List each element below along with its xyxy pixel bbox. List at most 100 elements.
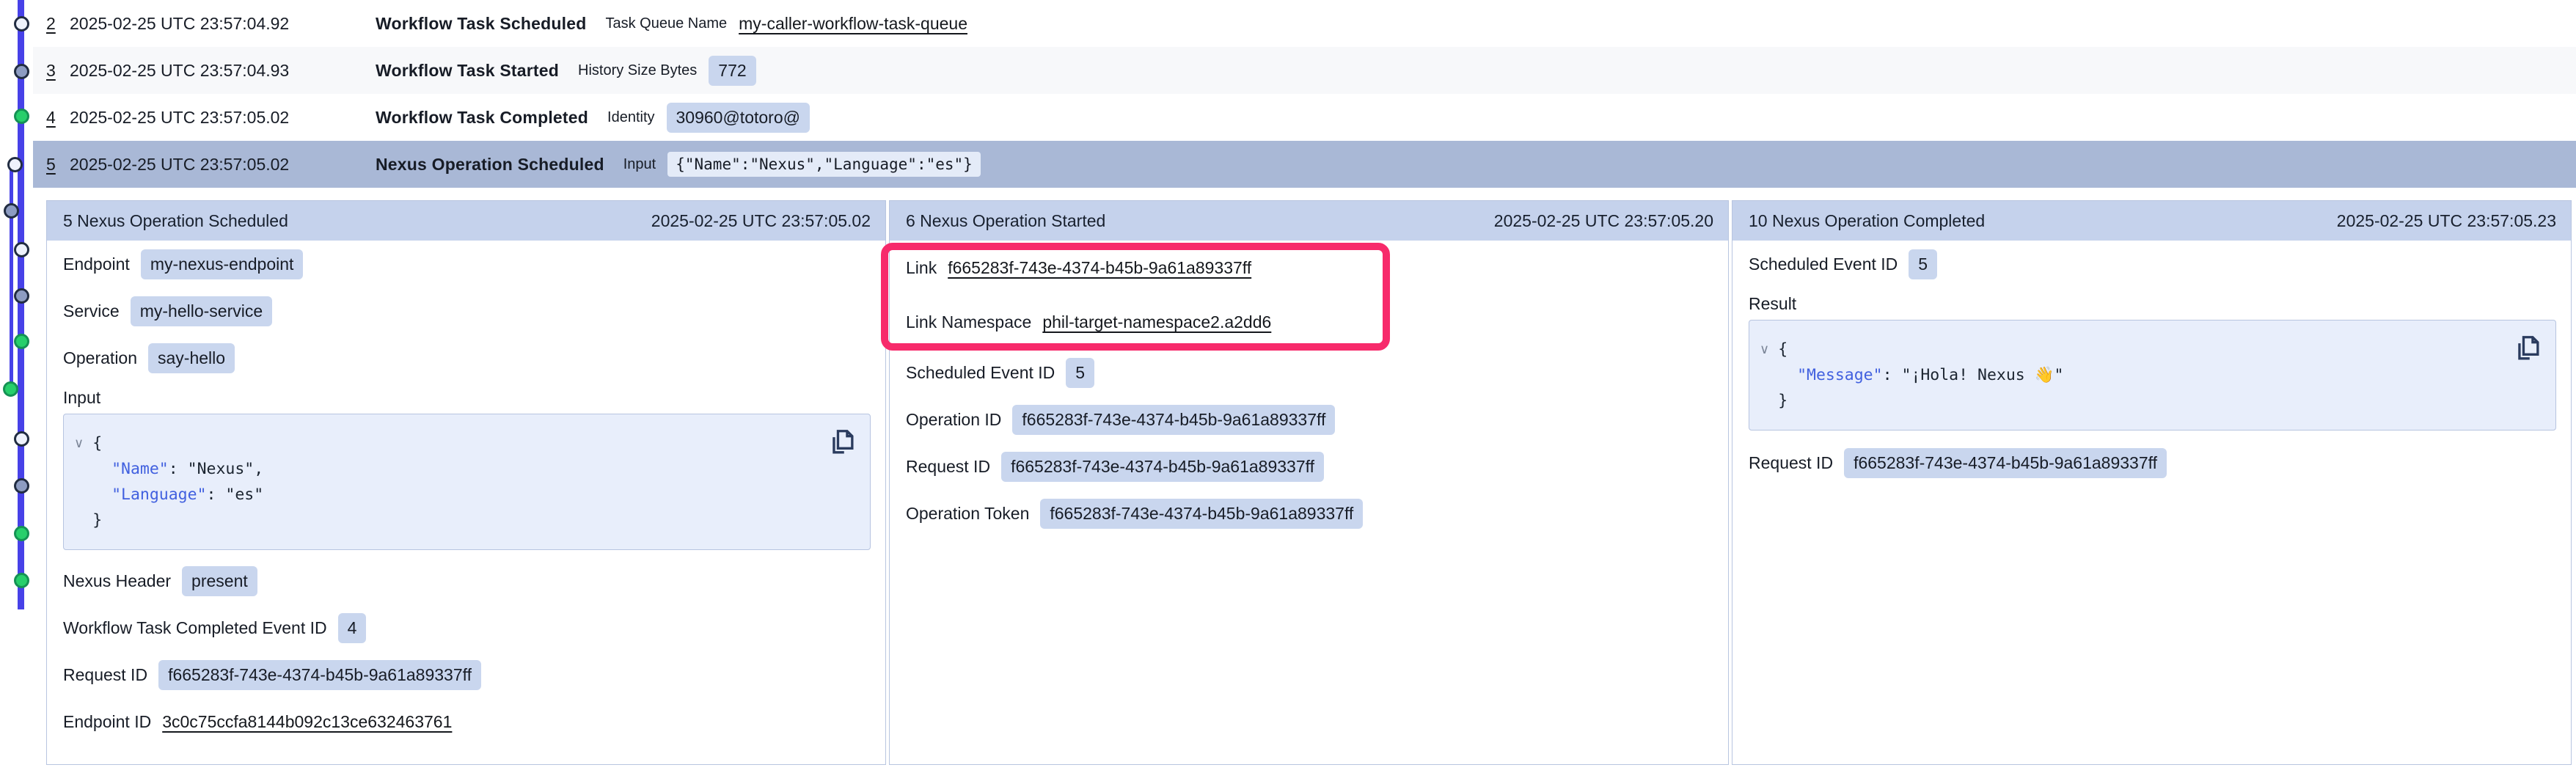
timeline-dot xyxy=(4,203,19,219)
json-code: { "Message": "¡Hola! Nexus 👋"} xyxy=(1778,337,2063,414)
timeline-dot xyxy=(3,381,18,397)
collapse-chevron-icon[interactable]: ∨ xyxy=(1760,337,1769,362)
event-timestamp: 2025-02-25 UTC 23:57:04.92 xyxy=(70,14,376,34)
event-id-link[interactable]: 4 xyxy=(46,108,56,127)
field-value-badge: f665283f-743e-4374-b45b-9a61a89337ff xyxy=(1012,405,1335,435)
event-id-link[interactable]: 5 xyxy=(46,155,56,174)
field-label: Request ID xyxy=(1749,453,1833,473)
field-value-badge: f665283f-743e-4374-b45b-9a61a89337ff xyxy=(1040,499,1363,529)
event-attr-label: Task Queue Name xyxy=(605,15,727,32)
event-name: Workflow Task Completed xyxy=(376,108,588,128)
event-id-cell: 2 xyxy=(33,14,70,34)
field-label: Request ID xyxy=(63,665,147,685)
event-input-badge: {"Name":"Nexus","Language":"es"} xyxy=(667,152,981,177)
panel-title: 5 Nexus Operation Scheduled xyxy=(63,211,288,231)
timeline-dot xyxy=(14,526,29,541)
field-value-badge: f665283f-743e-4374-b45b-9a61a89337ff xyxy=(1001,452,1324,482)
field-label: Operation xyxy=(63,348,137,368)
field-label: Scheduled Event ID xyxy=(906,363,1055,383)
timeline-dot xyxy=(7,157,23,172)
field-value-badge: my-hello-service xyxy=(131,296,272,326)
event-row-selected[interactable]: 5 2025-02-25 UTC 23:57:05.02 Nexus Opera… xyxy=(33,141,2576,188)
field-row-endpoint: Endpoint my-nexus-endpoint xyxy=(63,241,871,287)
field-row-operation-token: Operation Token f665283f-743e-4374-b45b-… xyxy=(906,490,1713,537)
timeline-branch-line xyxy=(10,164,13,389)
event-attr-label: Identity xyxy=(607,109,654,126)
link-value-link[interactable]: f665283f-743e-4374-b45b-9a61a89337ff xyxy=(948,258,1251,278)
timeline-rail xyxy=(0,0,33,773)
timeline-main-line xyxy=(18,0,24,609)
field-value-badge: 5 xyxy=(1909,249,1937,279)
event-timestamp: 2025-02-25 UTC 23:57:05.02 xyxy=(70,155,376,175)
field-row-operation: Operation say-hello xyxy=(63,334,871,381)
panel-timestamp: 2025-02-25 UTC 23:57:05.20 xyxy=(1494,211,1713,231)
field-label: Link Namespace xyxy=(906,312,1031,332)
field-row-request-id: Request ID f665283f-743e-4374-b45b-9a61a… xyxy=(906,443,1713,490)
field-label: Scheduled Event ID xyxy=(1749,254,1898,274)
field-row-scheduled-event-id: Scheduled Event ID 5 xyxy=(1749,241,2556,287)
timeline-dot xyxy=(14,334,29,349)
panel-timestamp: 2025-02-25 UTC 23:57:05.02 xyxy=(651,211,871,231)
event-id-link[interactable]: 2 xyxy=(46,14,56,33)
panel-nexus-operation-completed: 10 Nexus Operation Completed 2025-02-25 … xyxy=(1732,200,2572,765)
timeline-dot xyxy=(14,64,29,79)
event-timestamp: 2025-02-25 UTC 23:57:04.93 xyxy=(70,61,376,81)
field-row-wtc-event-id: Workflow Task Completed Event ID 4 xyxy=(63,604,871,651)
timeline-dot xyxy=(14,109,29,124)
field-label: Endpoint ID xyxy=(63,712,151,732)
link-namespace-link[interactable]: phil-target-namespace2.a2dd6 xyxy=(1042,312,1271,332)
panel-header: 10 Nexus Operation Completed 2025-02-25 … xyxy=(1732,201,2571,241)
event-row[interactable]: 4 2025-02-25 UTC 23:57:05.02 Workflow Ta… xyxy=(33,94,2576,141)
field-label: Nexus Header xyxy=(63,571,171,591)
field-row-link: Link f665283f-743e-4374-b45b-9a61a89337f… xyxy=(906,241,1713,295)
panel-timestamp: 2025-02-25 UTC 23:57:05.23 xyxy=(2337,211,2556,231)
collapse-chevron-icon[interactable]: ∨ xyxy=(74,431,84,456)
event-row[interactable]: 3 2025-02-25 UTC 23:57:04.93 Workflow Ta… xyxy=(33,47,2576,94)
copy-icon[interactable] xyxy=(829,428,855,457)
panel-header: 5 Nexus Operation Scheduled 2025-02-25 U… xyxy=(47,201,885,241)
field-row-scheduled-event-id: Scheduled Event ID 5 xyxy=(906,349,1713,396)
event-id-cell: 4 xyxy=(33,108,70,128)
field-value-badge: 4 xyxy=(338,613,367,643)
input-section-label: Input xyxy=(63,381,871,414)
copy-icon[interactable] xyxy=(2514,334,2541,363)
field-label: Request ID xyxy=(906,457,990,477)
timeline-dot xyxy=(14,573,29,588)
field-value-badge: my-nexus-endpoint xyxy=(141,249,304,279)
event-name: Workflow Task Started xyxy=(376,61,559,81)
field-row-request-id: Request ID f665283f-743e-4374-b45b-9a61a… xyxy=(1749,439,2556,486)
event-id-cell: 3 xyxy=(33,61,70,81)
event-detail-panels: 5 Nexus Operation Scheduled 2025-02-25 U… xyxy=(46,200,2572,765)
timeline-dot xyxy=(14,288,29,304)
endpoint-id-link[interactable]: 3c0c75ccfa8144b092c13ce632463761 xyxy=(162,712,452,732)
event-id-cell: 5 xyxy=(33,155,70,175)
field-label: Service xyxy=(63,301,120,321)
timeline-dot xyxy=(14,242,29,257)
field-row-operation-id: Operation ID f665283f-743e-4374-b45b-9a6… xyxy=(906,396,1713,443)
field-label: Operation Token xyxy=(906,504,1029,524)
timeline-dot xyxy=(14,478,29,494)
panel-title: 6 Nexus Operation Started xyxy=(906,211,1105,231)
panel-header: 6 Nexus Operation Started 2025-02-25 UTC… xyxy=(890,201,1728,241)
event-attr-label: History Size Bytes xyxy=(578,62,697,79)
field-row-request-id: Request ID f665283f-743e-4374-b45b-9a61a… xyxy=(63,651,871,698)
json-code: { "Name": "Nexus", "Language": "es"} xyxy=(92,431,263,533)
field-value-badge: f665283f-743e-4374-b45b-9a61a89337ff xyxy=(1844,448,2167,478)
event-timestamp: 2025-02-25 UTC 23:57:05.02 xyxy=(70,108,376,128)
result-json-viewer: ∨ { "Message": "¡Hola! Nexus 👋"} xyxy=(1749,320,2556,431)
panel-title: 10 Nexus Operation Completed xyxy=(1749,211,1985,231)
input-json-viewer: ∨ { "Name": "Nexus", "Language": "es"} xyxy=(63,414,871,550)
event-rows: 2 2025-02-25 UTC 23:57:04.92 Workflow Ta… xyxy=(33,0,2576,188)
timeline-dot xyxy=(14,431,29,447)
task-queue-link[interactable]: my-caller-workflow-task-queue xyxy=(739,14,967,33)
event-row[interactable]: 2 2025-02-25 UTC 23:57:04.92 Workflow Ta… xyxy=(33,0,2576,47)
event-history-view: 2 2025-02-25 UTC 23:57:04.92 Workflow Ta… xyxy=(0,0,2576,773)
event-name: Nexus Operation Scheduled xyxy=(376,155,604,175)
field-row-endpoint-id: Endpoint ID 3c0c75ccfa8144b092c13ce63246… xyxy=(63,698,871,745)
panel-nexus-operation-scheduled: 5 Nexus Operation Scheduled 2025-02-25 U… xyxy=(46,200,886,765)
field-value-badge: f665283f-743e-4374-b45b-9a61a89337ff xyxy=(158,660,481,690)
result-section-label: Result xyxy=(1749,287,2556,320)
field-row-nexus-header: Nexus Header present xyxy=(63,557,871,604)
field-value-badge: present xyxy=(182,566,257,596)
event-id-link[interactable]: 3 xyxy=(46,61,56,80)
